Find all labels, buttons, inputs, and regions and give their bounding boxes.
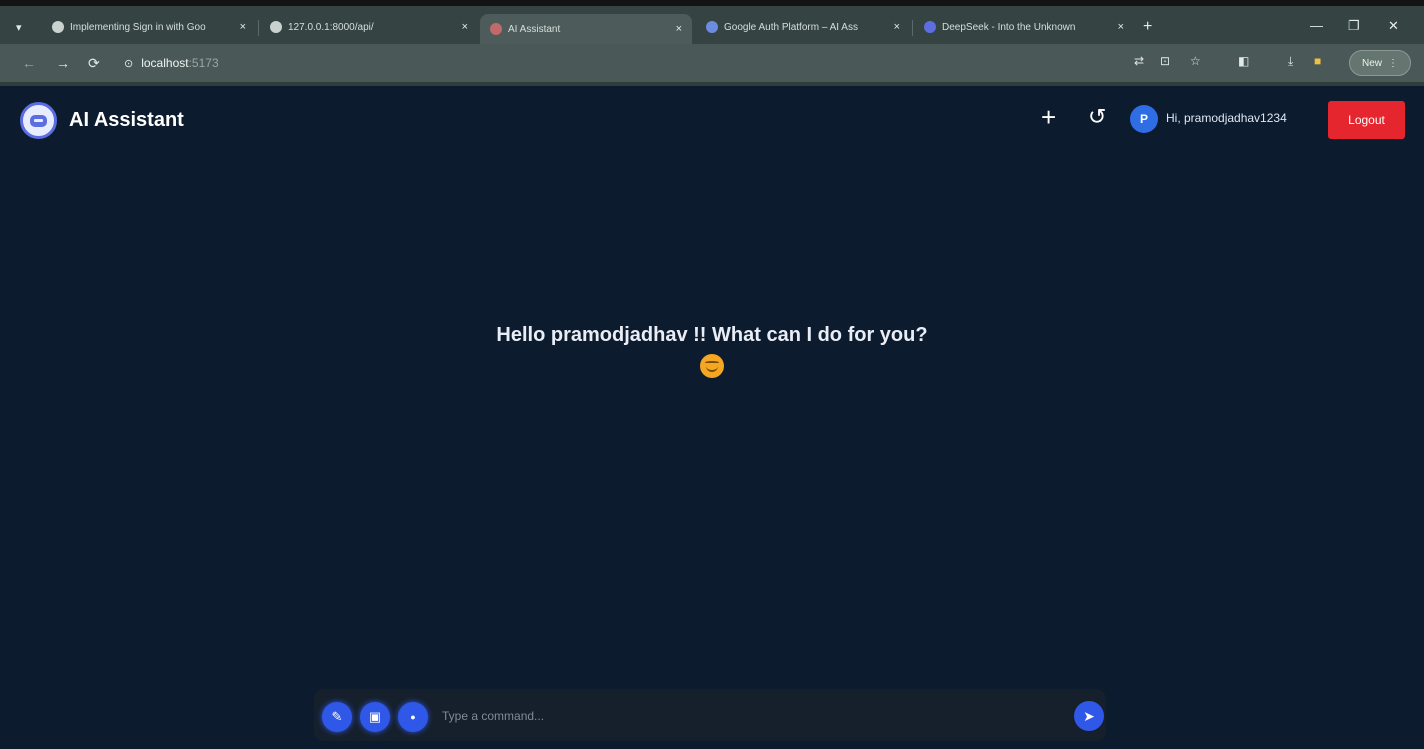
screenshot-icon[interactable]: ⊡ — [1160, 54, 1170, 68]
new-tab-button[interactable]: + — [1143, 18, 1152, 36]
menu-kebab-icon: ⋮ — [1388, 57, 1398, 69]
logout-button[interactable]: Logout — [1328, 101, 1405, 139]
profile-button[interactable]: New ⋮ — [1349, 50, 1411, 76]
tab-deepseek[interactable]: DeepSeek - Into the Unknown × — [914, 14, 1134, 40]
welcome-message: Hello pramodjadhav !! What can I do for … — [496, 324, 928, 346]
back-button[interactable]: ← — [22, 54, 36, 72]
tab-search-icon: ▾ — [16, 21, 22, 34]
extensions-icon[interactable]: ◧ — [1238, 54, 1249, 68]
command-composer: ✎ ▣ ● ➤ — [314, 689, 1106, 741]
user-greeting: Hi, pramodjadhav1234 — [1166, 111, 1287, 125]
site-info-icon[interactable]: ⊙ — [124, 57, 133, 70]
tab-close-icon[interactable]: × — [894, 21, 900, 33]
forward-button[interactable]: → — [56, 54, 70, 72]
tab-favicon — [706, 21, 718, 33]
app-root: AI Assistant + ↺ P Hi, pramodjadhav1234 … — [0, 86, 1424, 749]
attach-button[interactable]: ✎ — [322, 702, 352, 732]
new-chat-icon[interactable]: + — [1041, 104, 1056, 130]
tab-close-icon[interactable]: × — [676, 23, 682, 35]
tab-title: Google Auth Platform – AI Ass — [724, 21, 858, 33]
minimize-button[interactable]: — — [1310, 18, 1323, 33]
tab-close-icon[interactable]: × — [1118, 21, 1124, 33]
image-upload-button[interactable]: ▣ — [360, 702, 390, 732]
app-header: AI Assistant + ↺ P Hi, pramodjadhav1234 … — [0, 86, 1424, 152]
tab-close-icon[interactable]: × — [462, 21, 468, 33]
send-button[interactable]: ➤ — [1074, 701, 1104, 731]
history-icon[interactable]: ↺ — [1088, 104, 1106, 130]
tab-favicon — [270, 21, 282, 33]
browser-toolbar: ← → ⟳ ⊙ localhost:5173 ⇄ ⊡ ☆ ◧ ⤓ ■ New ⋮ — [0, 44, 1424, 82]
tab-search-tabs[interactable]: ▾ — [8, 14, 40, 40]
tab-localhost-api[interactable]: 127.0.0.1:8000/api/ × — [260, 14, 478, 40]
tab-favicon — [52, 21, 64, 33]
tab-close-icon[interactable]: × — [240, 21, 246, 33]
tab-ai-assistant[interactable]: AI Assistant × — [480, 14, 692, 44]
bookmark-icon[interactable]: ☆ — [1190, 54, 1201, 68]
tab-favicon — [490, 23, 502, 35]
tab-title: 127.0.0.1:8000/api/ — [288, 21, 374, 33]
translate-icon[interactable]: ⇄ — [1134, 54, 1144, 68]
address-host: localhost — [141, 56, 189, 70]
command-input[interactable] — [442, 703, 1062, 729]
reload-button[interactable]: ⟳ — [88, 54, 100, 72]
close-window-button[interactable]: ✕ — [1388, 18, 1399, 34]
brand-title: AI Assistant — [69, 109, 184, 131]
tab-title: Implementing Sign in with Goo — [70, 21, 206, 33]
pencil-icon: ✎ — [331, 709, 343, 724]
tab-favicon — [924, 21, 936, 33]
profile-label: New — [1361, 57, 1382, 69]
chat-logo-icon — [20, 102, 57, 139]
browser-chrome: ▾ Implementing Sign in with Goo × 127.0.… — [0, 0, 1424, 86]
address-bar[interactable]: ⊙ localhost:5173 — [112, 49, 1112, 77]
tab-sign-in-google[interactable]: Implementing Sign in with Goo × — [42, 14, 256, 40]
smiling-emoji-icon — [700, 354, 724, 378]
camera-icon: ▣ — [368, 709, 382, 724]
tab-strip: ▾ Implementing Sign in with Goo × 127.0.… — [0, 6, 1424, 44]
tab-separator — [258, 20, 259, 36]
tab-google-auth-platform[interactable]: Google Auth Platform – AI Ass × — [696, 14, 910, 40]
tab-title: AI Assistant — [508, 23, 561, 35]
extension-pin-icon[interactable]: ■ — [1314, 54, 1321, 68]
address-port: :5173 — [188, 56, 219, 70]
voice-input-button[interactable]: ● — [398, 702, 428, 732]
brand[interactable]: AI Assistant — [20, 102, 184, 139]
tab-separator — [912, 20, 913, 36]
maximize-button[interactable]: ❐ — [1348, 18, 1360, 34]
downloads-icon[interactable]: ⤓ — [1288, 54, 1293, 69]
send-icon: ➤ — [1083, 707, 1095, 724]
tab-title: DeepSeek - Into the Unknown — [942, 21, 1076, 33]
avatar[interactable]: P — [1130, 105, 1158, 133]
microphone-icon: ● — [410, 712, 416, 722]
